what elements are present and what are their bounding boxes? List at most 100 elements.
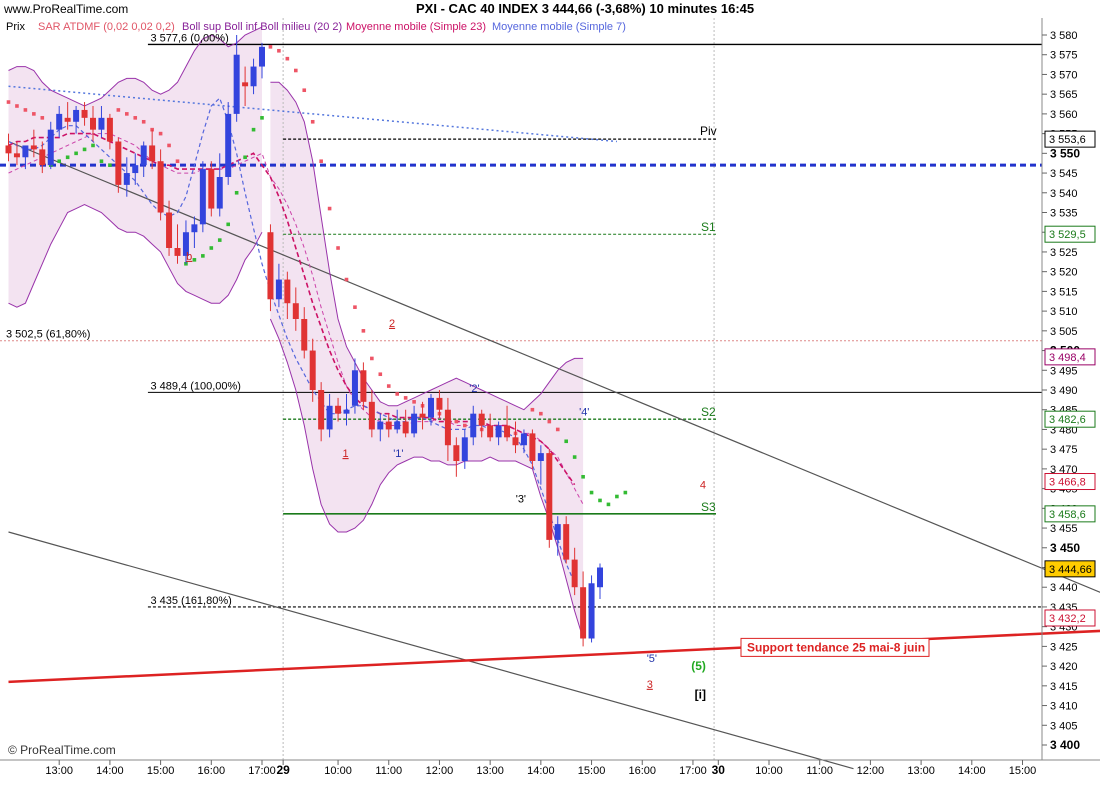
support-label: Support tendance 25 mai-8 juin xyxy=(747,640,925,654)
candle-body xyxy=(554,524,561,540)
y-tick-label: 3 410 xyxy=(1050,701,1078,713)
sar-dot xyxy=(581,474,585,479)
candle-body xyxy=(233,54,240,114)
sar-dot xyxy=(226,222,230,227)
x-tick-label: 15:00 xyxy=(1009,765,1037,777)
candle-body xyxy=(487,425,494,438)
fib-618-label: 3 502,5 (61,80%) xyxy=(6,329,90,341)
y-tick-label: 3 525 xyxy=(1050,247,1078,259)
candle-body xyxy=(461,437,468,461)
y-tick-label: 3 490 xyxy=(1050,385,1078,397)
candle-body xyxy=(275,279,282,300)
price-tag-label: 3 466,8 xyxy=(1049,477,1086,489)
sar-dot xyxy=(353,305,357,309)
sar-dot xyxy=(133,116,138,120)
sar-dot xyxy=(327,206,332,211)
sar-dot xyxy=(623,490,628,495)
y-tick-label: 3 420 xyxy=(1050,661,1078,673)
candle-body xyxy=(140,145,147,166)
x-tick-label: 10:00 xyxy=(324,765,352,777)
candle-body xyxy=(351,370,358,406)
sar-dot xyxy=(370,356,374,361)
price-tag-label: 3 553,6 xyxy=(1049,134,1086,146)
legend-prix: Prix xyxy=(6,21,25,33)
sar-dot xyxy=(167,143,171,148)
candle-body xyxy=(411,413,418,434)
sar-dot xyxy=(403,396,408,400)
price-tag-label: 3 444,66 xyxy=(1049,564,1092,576)
candle-body xyxy=(90,117,96,130)
candle-body xyxy=(588,583,595,639)
sar-dot xyxy=(555,427,560,432)
price-tag-label: 3 482,6 xyxy=(1049,414,1086,426)
sar-dot xyxy=(302,88,307,93)
fib-1618-label: 3 435 (161,80%) xyxy=(150,595,231,607)
sar-dot xyxy=(234,190,239,195)
candle-body xyxy=(216,177,223,209)
candle-body xyxy=(377,421,384,430)
candle-body xyxy=(191,224,198,233)
indicator-legend: Prix SAR ATDMF (0,02 0,02 0,2) Boll sup … xyxy=(6,21,626,33)
x-tick-label: 14:00 xyxy=(958,765,986,777)
y-tick-label: 3 540 xyxy=(1050,188,1078,200)
candle-body xyxy=(478,413,485,426)
sar-dot xyxy=(598,498,602,503)
wave-label-p5: (5) xyxy=(691,659,706,673)
sar-dot xyxy=(615,494,619,499)
sar-dot xyxy=(217,238,222,242)
sar-dot xyxy=(57,159,61,164)
candle-body xyxy=(512,437,519,446)
candle-body xyxy=(335,405,342,414)
y-tick-label: 3 520 xyxy=(1050,267,1078,279)
sar-dot xyxy=(82,147,87,152)
y-tick-label: 3 450 xyxy=(1050,541,1080,555)
price-chart[interactable]: 3 577,6 (0,00%) 3 502,5 (61,80%) 3 489,4 (… xyxy=(0,0,1100,800)
candle-body xyxy=(199,169,206,225)
x-tick-label: 11:00 xyxy=(375,765,402,777)
sar-dot xyxy=(40,116,45,120)
candle-body xyxy=(73,109,80,122)
sar-dot xyxy=(116,108,121,112)
y-tick-label: 3 535 xyxy=(1050,208,1078,220)
sar-dot xyxy=(23,108,28,112)
sar-dot xyxy=(319,159,323,164)
wave-label-n2: 2 xyxy=(389,318,395,330)
price-tag-label: 3 458,6 xyxy=(1049,509,1086,521)
sar-dot xyxy=(463,423,467,428)
candle-body xyxy=(428,397,434,418)
candle-body xyxy=(132,165,139,174)
sar-dot xyxy=(336,246,340,250)
sar-dot xyxy=(572,455,577,459)
s1-label: S1 xyxy=(701,220,716,234)
x-tick-label: 13:00 xyxy=(476,765,504,777)
y-tick-label: 3 560 xyxy=(1050,109,1078,121)
candle-body xyxy=(301,319,308,351)
sar-dot xyxy=(344,277,349,282)
sar-dot xyxy=(125,112,129,116)
candle-body xyxy=(597,567,603,588)
sar-dot xyxy=(158,131,163,136)
candle-body xyxy=(225,113,232,177)
sar-dot xyxy=(65,155,70,160)
candle-body xyxy=(115,141,122,185)
wave-label-n1: 1 xyxy=(343,448,349,460)
sar-dot xyxy=(294,68,298,73)
s2-label: S2 xyxy=(701,405,716,419)
x-tick-label: 30 xyxy=(712,763,726,777)
candle-body xyxy=(267,232,274,300)
candle-body xyxy=(166,212,173,248)
wave-label-i: [i] xyxy=(695,688,706,702)
candle-body xyxy=(250,66,257,87)
x-tick-label: 15:00 xyxy=(147,765,175,777)
candle-body xyxy=(64,117,71,122)
sar-dot xyxy=(243,155,247,160)
candle-body xyxy=(123,173,130,185)
x-tick-label: 16:00 xyxy=(198,765,226,777)
y-tick-label: 3 415 xyxy=(1050,681,1078,693)
sar-dot xyxy=(277,48,281,53)
sar-dot xyxy=(192,258,197,262)
y-tick-label: 3 570 xyxy=(1050,69,1078,81)
candle-body xyxy=(13,153,20,158)
sar-dot xyxy=(201,254,205,258)
y-tick-label: 3 515 xyxy=(1050,286,1078,298)
